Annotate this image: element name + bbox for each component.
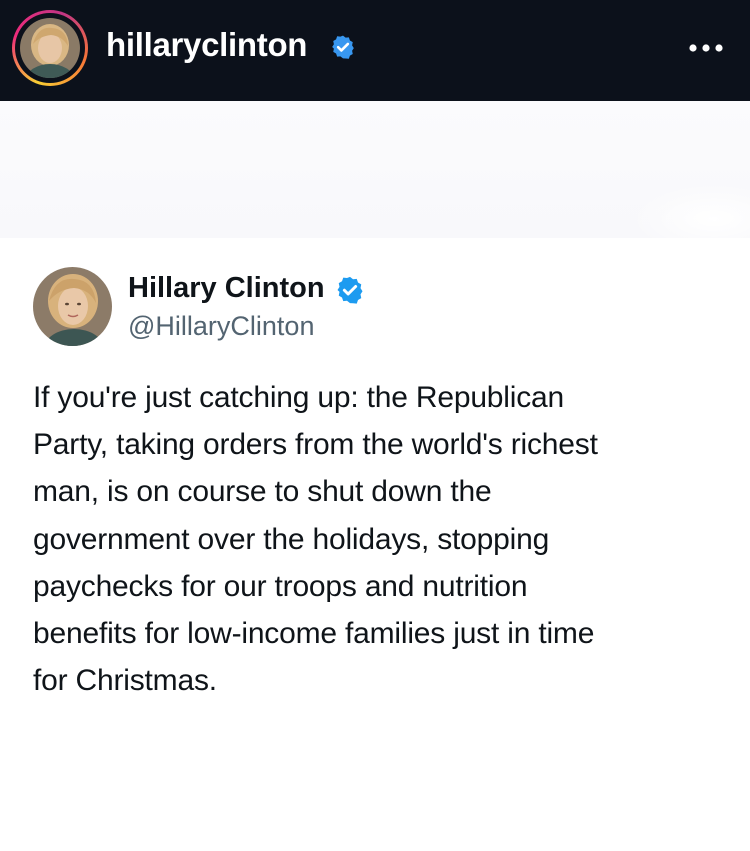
tweet-handle: @HillaryClinton [128, 311, 315, 341]
username[interactable]: hillaryclinton [106, 25, 307, 65]
verified-badge-icon [337, 276, 363, 304]
tweet-display-name: Hillary Clinton [128, 272, 325, 304]
profile-photo-icon [33, 267, 112, 346]
avatar[interactable] [20, 18, 80, 78]
tweet-avatar [33, 267, 112, 346]
more-options-button[interactable] [682, 30, 730, 66]
post-image[interactable]: Hillary Clinton @HillaryClinton If you'r… [0, 101, 750, 851]
verified-badge-icon [332, 35, 354, 59]
tweet-text: If you're just catching up: the Republic… [33, 381, 598, 698]
post-header: hillaryclinton [0, 0, 750, 101]
image-glow [630, 183, 750, 243]
profile-photo-icon [20, 18, 80, 78]
story-ring[interactable] [12, 10, 88, 86]
story-ring-gap [15, 13, 85, 83]
more-options-icon [689, 44, 723, 52]
